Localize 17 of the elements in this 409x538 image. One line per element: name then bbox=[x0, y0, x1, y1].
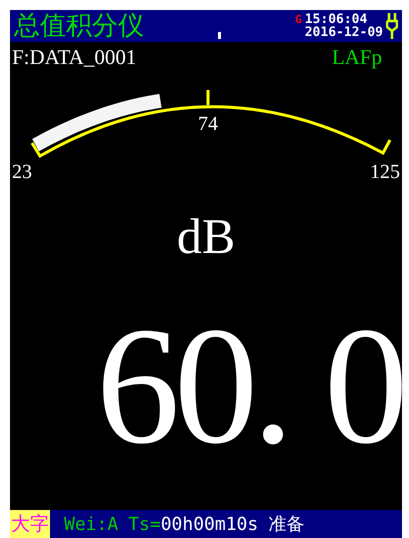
gauge-min-label: 23 bbox=[12, 161, 32, 183]
screen-title: 总值积分仪 bbox=[14, 11, 144, 41]
plug-icon bbox=[386, 13, 398, 39]
status-text: 准备 bbox=[268, 513, 304, 536]
weighting-text: Wei:A bbox=[64, 514, 118, 534]
level-reading: 60. 0 bbox=[96, 301, 402, 471]
font-size-button[interactable]: 大字 bbox=[10, 510, 50, 538]
date-text: 2016-12-09 bbox=[304, 26, 383, 39]
ts-label: Ts= bbox=[128, 514, 161, 534]
measurement-mode: LAFp bbox=[332, 45, 382, 70]
ts-value: 00h00m10s bbox=[160, 514, 258, 534]
gauge-mid-label: 74 bbox=[198, 113, 218, 135]
unit-label: dB bbox=[176, 210, 236, 262]
file-name: F:DATA_0001 bbox=[12, 45, 136, 70]
gps-indicator: G bbox=[295, 13, 302, 26]
gauge-max-label: 125 bbox=[370, 161, 400, 183]
time-text: 15:06:04 bbox=[304, 13, 368, 26]
